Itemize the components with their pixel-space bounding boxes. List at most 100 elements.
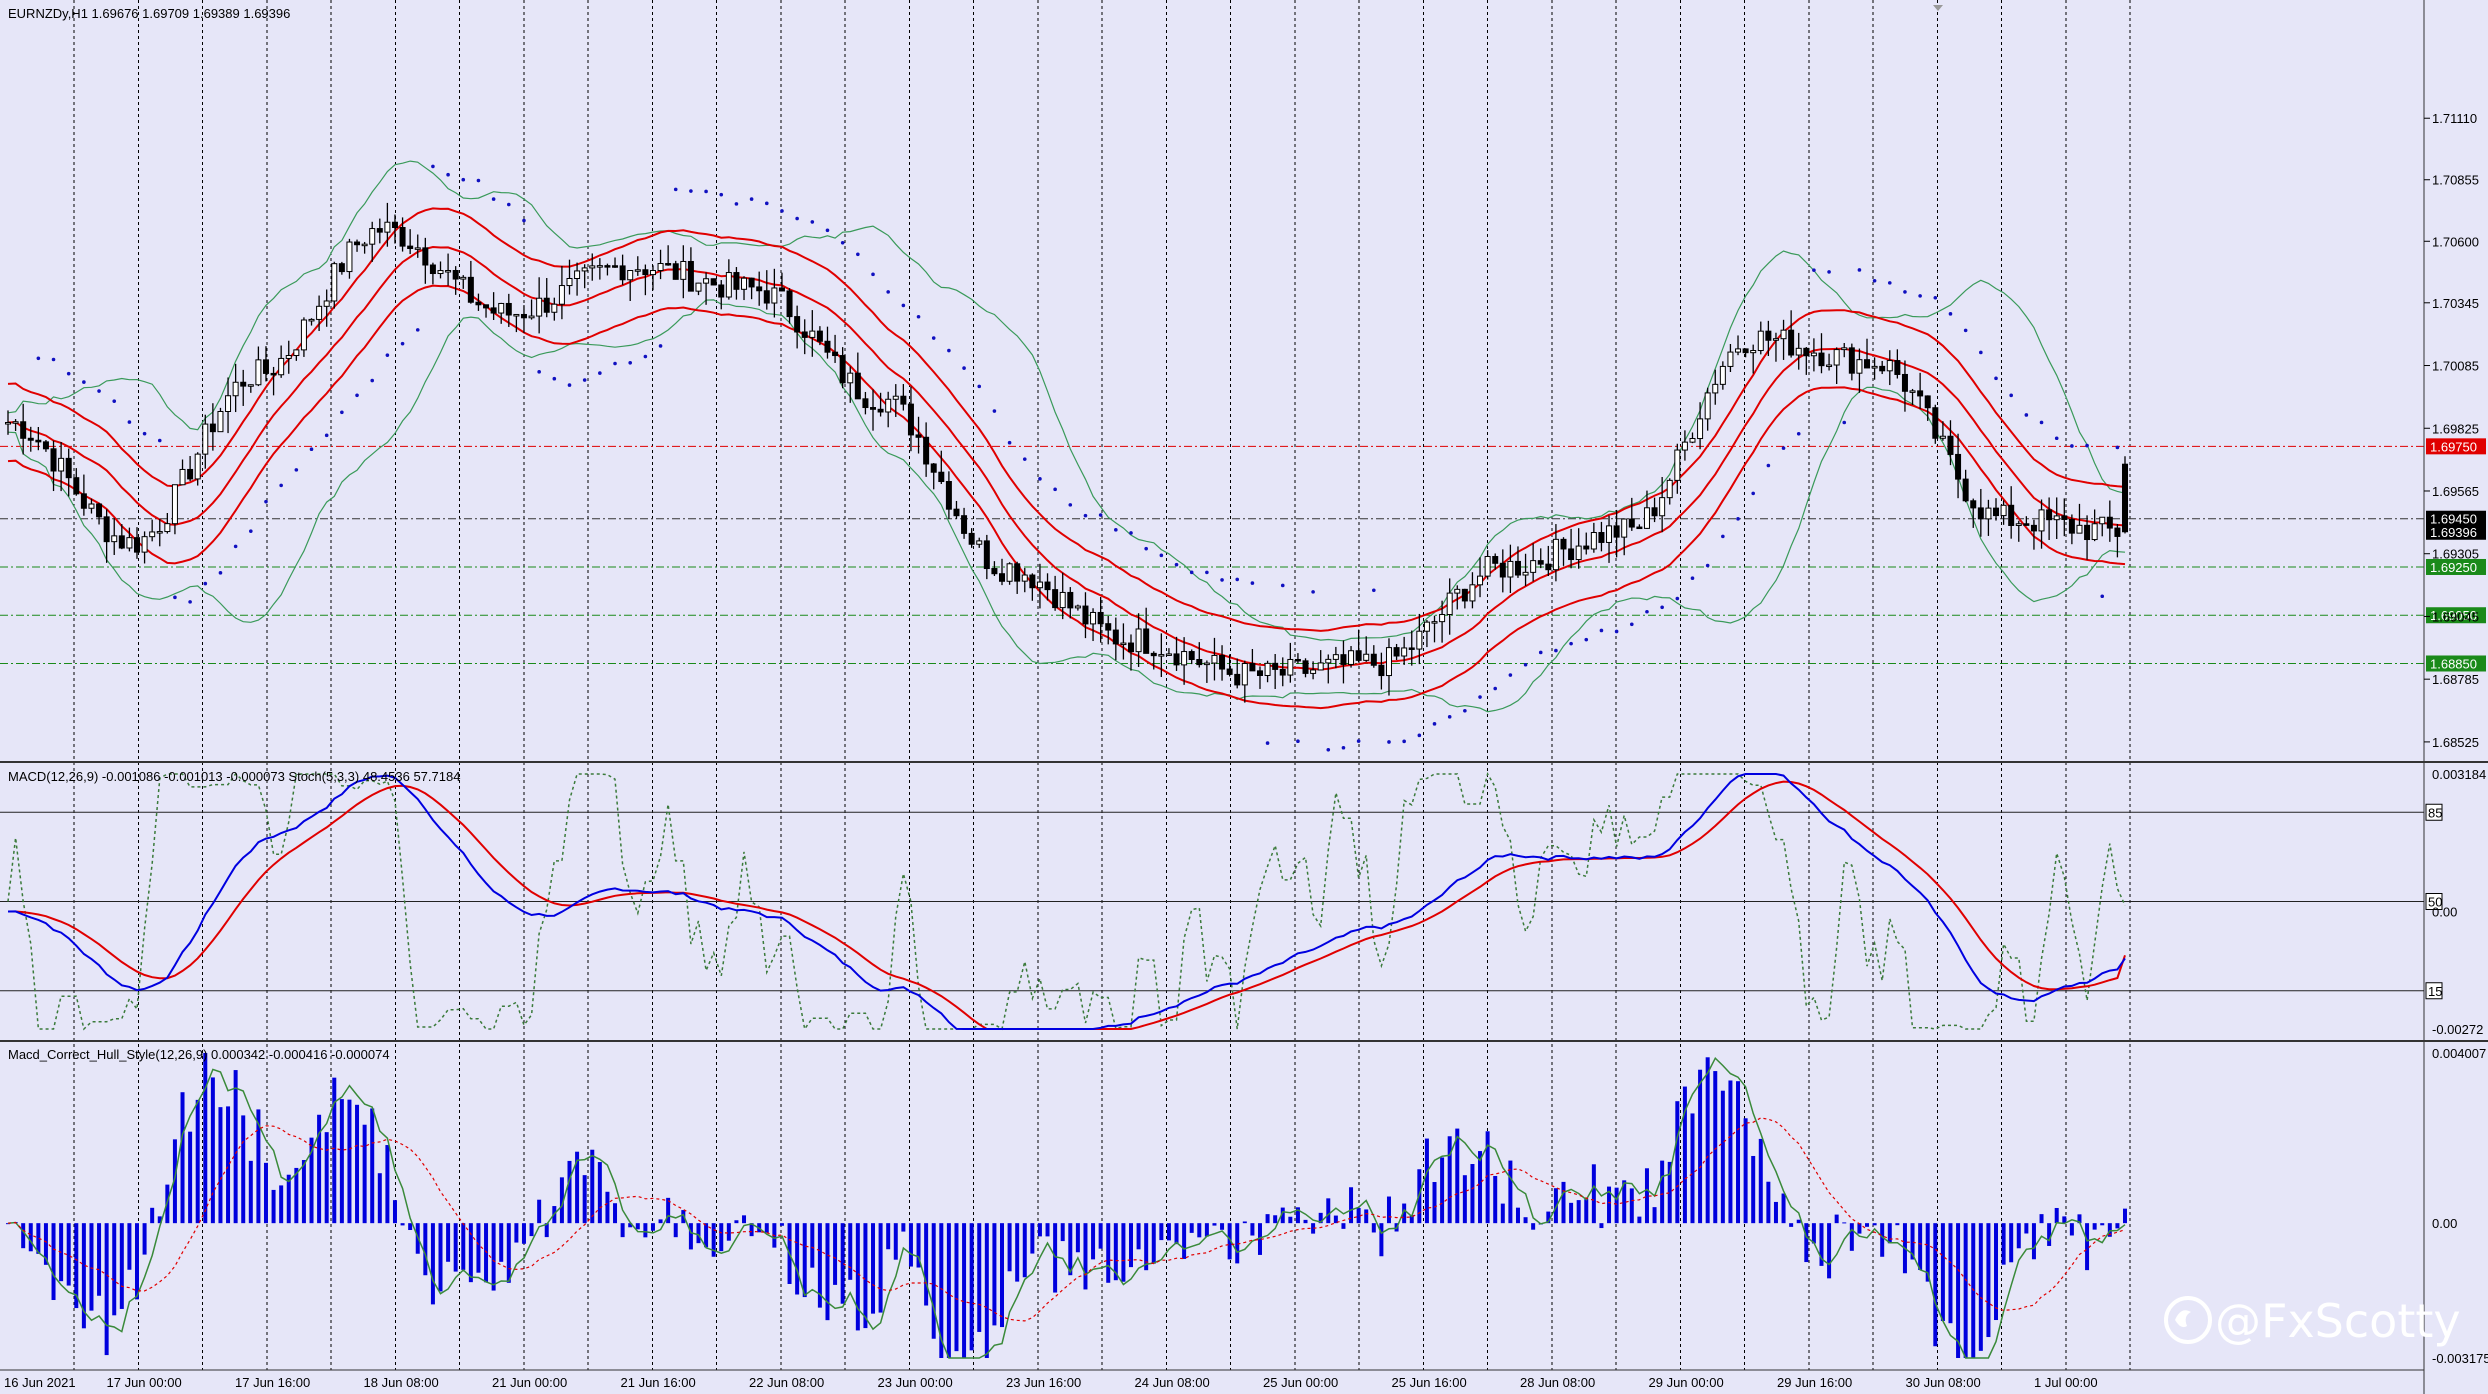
candle-bull: [1909, 390, 1916, 393]
psar-dot: [1372, 588, 1376, 593]
watermark-text: @FxScotty: [2215, 1294, 2461, 1348]
hist-bar: [1773, 1201, 1778, 1224]
hist-bar: [1182, 1223, 1187, 1259]
candle-bull: [437, 270, 444, 275]
candle-bull: [1621, 518, 1628, 538]
hist-bar: [620, 1223, 625, 1238]
hist-bar: [1758, 1138, 1763, 1224]
psar-dot: [1599, 628, 1604, 633]
candle-bull: [1871, 365, 1878, 369]
hist-bar: [954, 1223, 959, 1352]
candle-bear: [1097, 611, 1104, 625]
psar-dot: [673, 187, 678, 192]
candle-bear: [1598, 532, 1605, 543]
candle-bear: [862, 398, 869, 409]
candle-bear: [1499, 562, 1506, 578]
psar-dot: [1736, 517, 1740, 521]
candle-bull: [126, 537, 133, 549]
hist-bar: [810, 1223, 815, 1268]
candle-bear: [1355, 650, 1362, 661]
candle-bull: [1021, 574, 1028, 582]
candle-bear: [900, 395, 907, 405]
psar-dot: [1038, 477, 1042, 481]
candle-bull: [885, 398, 892, 413]
hist-bar: [142, 1223, 147, 1255]
candle-bear: [1461, 588, 1468, 602]
price-tick: 1.69565: [2432, 484, 2479, 499]
candle-bull: [596, 265, 603, 268]
candle-bear: [1219, 654, 1226, 670]
candle-bear: [2122, 463, 2128, 533]
candle-bull: [1203, 662, 1210, 666]
hist-bar: [1629, 1188, 1634, 1224]
hist-bar: [21, 1223, 26, 1249]
psar-dot: [1963, 328, 1968, 333]
candle-bear: [42, 441, 49, 450]
price-tick: 1.70600: [2432, 234, 2479, 249]
candle-bull: [725, 272, 732, 298]
candle-bear: [938, 471, 945, 483]
candle-bull: [12, 421, 19, 424]
candle-bull: [88, 503, 95, 509]
psar-dot: [431, 164, 435, 169]
hist-bar: [946, 1223, 951, 1358]
hist-bar: [1728, 1080, 1733, 1224]
psar-dot: [2054, 436, 2059, 441]
psar-dot: [780, 209, 784, 213]
hist-bar: [2092, 1223, 2097, 1230]
candle-bear: [1302, 660, 1309, 674]
candle-bull: [111, 535, 118, 543]
time-label: 21 Jun 00:00: [492, 1375, 567, 1390]
psar-dot: [825, 228, 830, 233]
candle-bull: [1090, 611, 1097, 625]
hist-bar: [1804, 1223, 1809, 1263]
macd-header: MACD(12,26,9) -0.001086 -0.001013 -0.000…: [8, 769, 460, 784]
candle-bear: [1636, 526, 1643, 530]
hist-bar: [643, 1223, 648, 1238]
hist-bar: [1675, 1101, 1680, 1224]
psar-dot: [1144, 546, 1148, 551]
candle-bull: [2099, 516, 2106, 525]
hist-bar: [863, 1223, 868, 1329]
hist-bar: [802, 1223, 807, 1298]
candle-bear: [1962, 478, 1969, 502]
candle-bear: [1628, 518, 1635, 528]
candle-bear: [1234, 673, 1241, 686]
psar-dot: [309, 447, 314, 452]
hist-bar: [1326, 1198, 1331, 1224]
time-label: 22 Jun 08:00: [749, 1375, 824, 1390]
candle-bull: [247, 384, 254, 387]
hist-bar: [446, 1223, 451, 1262]
candle-bear: [854, 372, 861, 400]
candle-bear: [1879, 365, 1886, 372]
hist-bar: [1591, 1164, 1596, 1224]
psar-dot: [324, 433, 329, 438]
price-tick: 1.69825: [2432, 421, 2479, 436]
candle-bear: [1340, 654, 1347, 665]
candle-bull: [627, 270, 634, 281]
candle-bear: [877, 408, 884, 413]
hist-bar: [339, 1099, 344, 1224]
hist-bar: [1887, 1223, 1892, 1244]
hist-bar: [2123, 1208, 2127, 1224]
candle-bull: [1727, 351, 1734, 367]
candle-bear: [1924, 395, 1931, 409]
candle-bull: [1674, 449, 1681, 481]
trading-chart[interactable]: EURNZDy,H1 1.69676 1.69709 1.69389 1.693…: [0, 0, 2488, 1394]
hist-bar: [1341, 1223, 1346, 1229]
hist-bar: [2024, 1223, 2029, 1234]
candle-bull: [892, 395, 899, 400]
candle-bear: [1370, 653, 1377, 666]
psar-dot: [506, 202, 511, 207]
candle-bull: [1841, 347, 1848, 351]
candle-bear: [1105, 623, 1112, 631]
candle-bull: [1165, 653, 1172, 656]
hist-bar: [1015, 1223, 1020, 1282]
hist-bar: [1242, 1221, 1247, 1224]
candle-bull: [680, 260, 687, 280]
price-tick: 1.69305: [2432, 547, 2479, 562]
hist-bar: [1948, 1223, 1953, 1324]
candle-bull: [1446, 592, 1453, 616]
hist-bar: [370, 1108, 375, 1224]
candle-bear: [270, 372, 277, 376]
